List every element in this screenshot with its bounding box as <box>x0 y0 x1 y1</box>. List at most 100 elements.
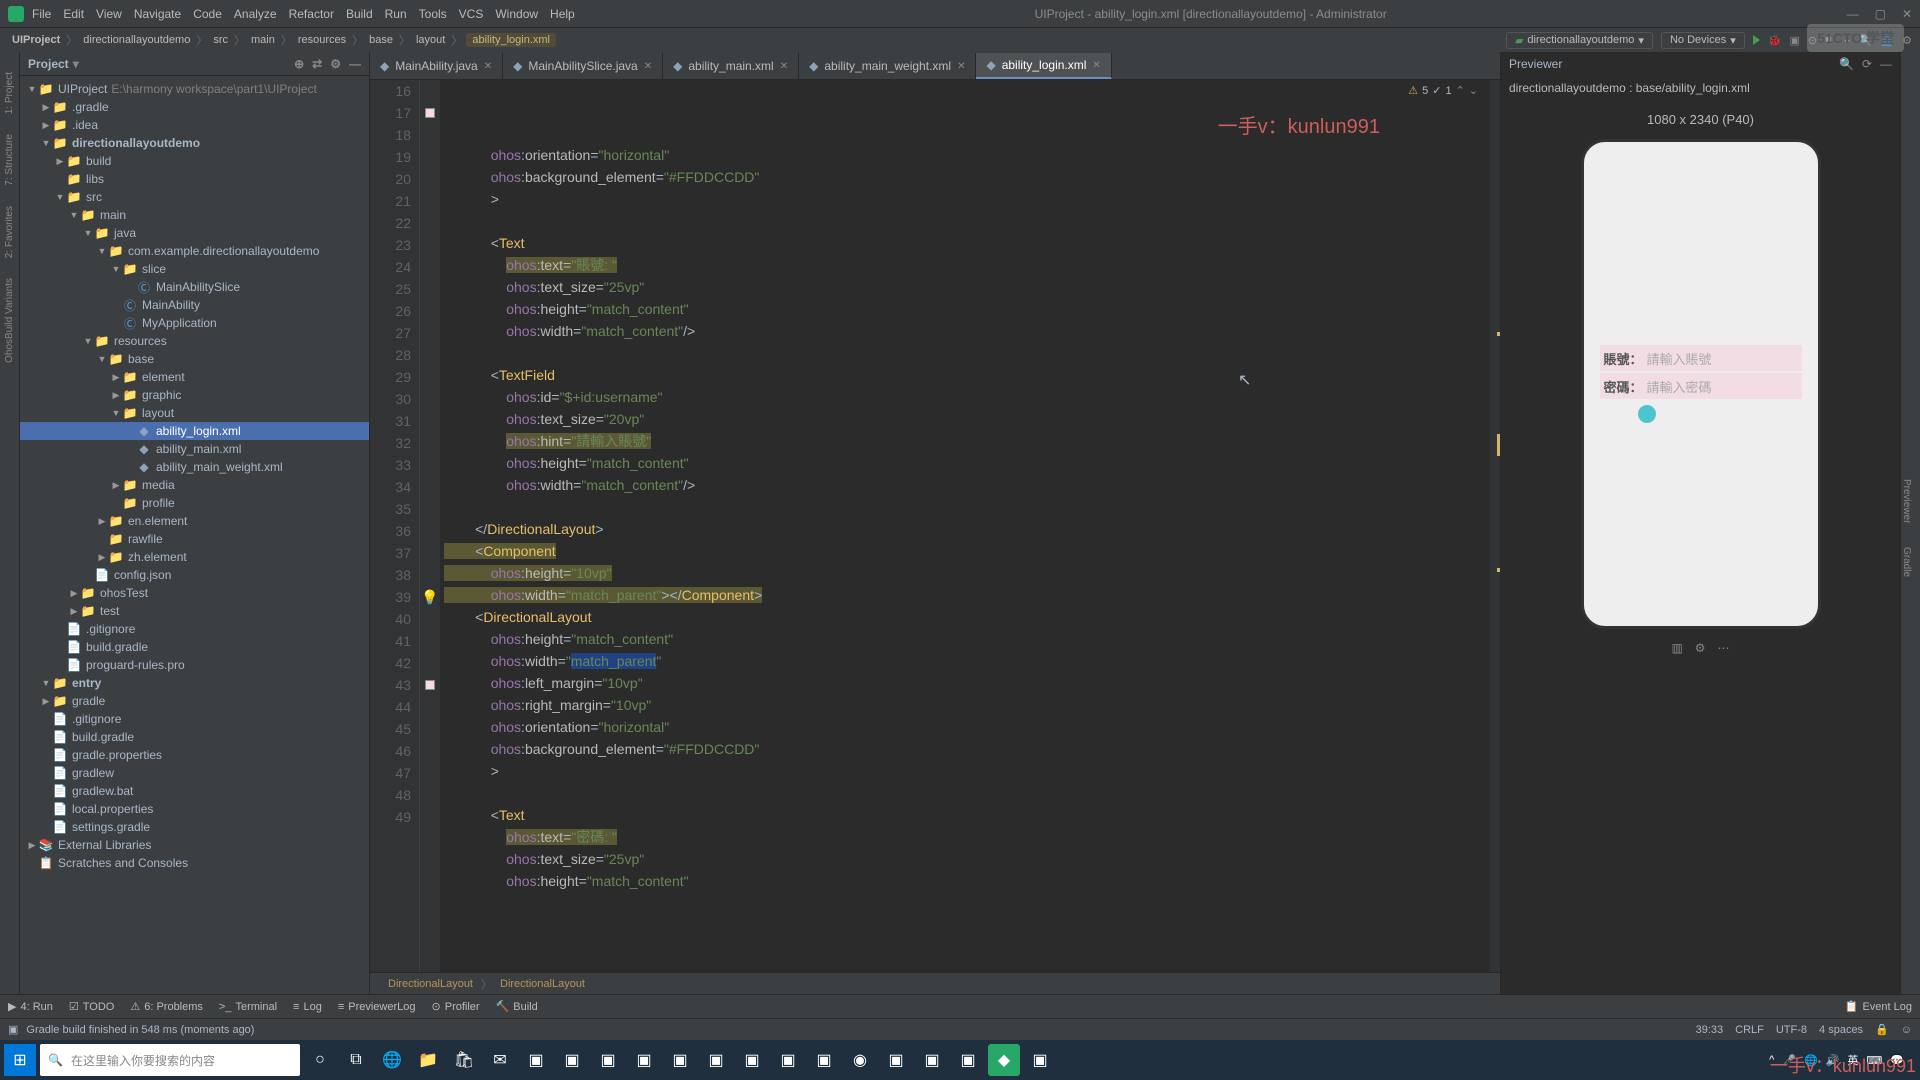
bc-el-2[interactable]: DirectionalLayout <box>500 978 585 990</box>
editor-tab[interactable]: ◆MainAbilitySlice.java✕ <box>503 53 663 79</box>
tool-problems[interactable]: ⚠6: Problems <box>130 1000 203 1013</box>
menu-window[interactable]: Window <box>495 7 538 21</box>
task-app3[interactable]: ▣ <box>592 1044 624 1076</box>
run-button[interactable] <box>1753 35 1760 45</box>
task-app2[interactable]: ▣ <box>556 1044 588 1076</box>
bc-5[interactable]: base <box>365 34 397 46</box>
device-selector[interactable]: No Devices▾ <box>1661 32 1745 49</box>
gutter-previewer[interactable]: Previewer <box>1901 479 1912 523</box>
menu-edit[interactable]: Edit <box>63 7 84 21</box>
tool-todo[interactable]: ☑TODO <box>69 1000 114 1013</box>
tool-build[interactable]: 🔨Build <box>496 1000 538 1013</box>
hide-icon[interactable]: — <box>349 57 361 71</box>
bc-el-1[interactable]: DirectionalLayout <box>388 978 473 990</box>
menu-view[interactable]: View <box>96 7 122 21</box>
task-app12[interactable]: ▣ <box>952 1044 984 1076</box>
start-button[interactable]: ⊞ <box>4 1044 36 1076</box>
tree-item[interactable]: ▶📁.gradle <box>20 98 369 116</box>
task-app6[interactable]: ▣ <box>700 1044 732 1076</box>
task-app10[interactable]: ▣ <box>880 1044 912 1076</box>
tree-item[interactable]: 📄config.json <box>20 566 369 584</box>
tree-item[interactable]: 📄build.gradle <box>20 728 369 746</box>
tree-item[interactable]: ◆ability_login.xml <box>20 422 369 440</box>
editor-tab[interactable]: ◆ability_login.xml✕ <box>976 53 1111 79</box>
tree-item[interactable]: 📄build.gradle <box>20 638 369 656</box>
bc-6[interactable]: layout <box>412 34 449 46</box>
tree-item[interactable]: ▶📁ohosTest <box>20 584 369 602</box>
maximize-button[interactable]: ▢ <box>1875 7 1886 21</box>
tree-item[interactable]: ▼📁resources <box>20 332 369 350</box>
preview-tool-1[interactable]: ▥ <box>1671 641 1682 655</box>
editor-tab[interactable]: ◆ability_main_weight.xml✕ <box>799 53 976 79</box>
menu-build[interactable]: Build <box>346 7 373 21</box>
preview-find-icon[interactable]: 🔍 <box>1839 57 1854 71</box>
tree-item[interactable]: 📁rawfile <box>20 530 369 548</box>
task-app9[interactable]: ▣ <box>808 1044 840 1076</box>
bc-3[interactable]: main <box>247 34 279 46</box>
bc-root[interactable]: UIProject <box>8 34 64 46</box>
task-chrome[interactable]: ◉ <box>844 1044 876 1076</box>
locate-icon[interactable]: ⊕ <box>294 57 304 71</box>
tree-item[interactable]: ⒸMyApplication <box>20 314 369 332</box>
tree-item[interactable]: ▶📁media <box>20 476 369 494</box>
tool-previewerlog[interactable]: ≡PreviewerLog <box>338 1001 416 1013</box>
event-log-button[interactable]: 📋Event Log <box>1845 1000 1912 1013</box>
tree-item[interactable]: ▶📁zh.element <box>20 548 369 566</box>
project-tree[interactable]: ▼📁UIProjectE:\harmony workspace\part1\UI… <box>20 76 369 994</box>
tree-item[interactable]: ⒸMainAbilitySlice <box>20 278 369 296</box>
bc-4[interactable]: resources <box>294 34 350 46</box>
task-store[interactable]: 🛍 <box>448 1044 480 1076</box>
code-content[interactable]: 一手v：kunlun991 ⚠5 ✓1 ⌃⌄ ohos:orientation=… <box>440 80 1490 972</box>
status-enc[interactable]: UTF-8 <box>1776 1024 1807 1036</box>
task-mail[interactable]: ✉ <box>484 1044 516 1076</box>
tree-item[interactable]: ▶📁test <box>20 602 369 620</box>
tree-item[interactable]: ▼📁main <box>20 206 369 224</box>
task-view[interactable]: ⧉ <box>340 1044 372 1076</box>
preview-refresh-icon[interactable]: ⟳ <box>1862 57 1872 71</box>
tree-item[interactable]: 📄.gitignore <box>20 710 369 728</box>
task-app5[interactable]: ▣ <box>664 1044 696 1076</box>
gutter-favorites[interactable]: 2: Favorites <box>4 206 15 258</box>
tree-item[interactable]: 📁libs <box>20 170 369 188</box>
tree-item[interactable]: ▼📁src <box>20 188 369 206</box>
task-app13[interactable]: ▣ <box>1024 1044 1056 1076</box>
menu-code[interactable]: Code <box>193 7 222 21</box>
tree-item[interactable]: 📄proguard-rules.pro <box>20 656 369 674</box>
menu-file[interactable]: File <box>32 7 51 21</box>
tree-item[interactable]: ◆ability_main.xml <box>20 440 369 458</box>
gutter-variants[interactable]: OhosBuild Variants <box>4 278 15 363</box>
tree-item[interactable]: 📁profile <box>20 494 369 512</box>
task-explorer[interactable]: 📁 <box>412 1044 444 1076</box>
tree-item[interactable]: ▶📁gradle <box>20 692 369 710</box>
menu-vcs[interactable]: VCS <box>459 7 484 21</box>
tree-item[interactable]: ▼📁UIProjectE:\harmony workspace\part1\UI… <box>20 80 369 98</box>
tree-item[interactable]: 📄settings.gradle <box>20 818 369 836</box>
tree-item[interactable]: 📄local.properties <box>20 800 369 818</box>
tree-item[interactable]: ▼📁base <box>20 350 369 368</box>
corner-icon[interactable]: ▣ <box>8 1023 18 1036</box>
tool-profiler[interactable]: ⊙Profiler <box>432 1000 480 1013</box>
tool-run[interactable]: ▶4: Run <box>8 1000 53 1013</box>
editor-tab[interactable]: ◆MainAbility.java✕ <box>370 53 503 79</box>
tool-terminal[interactable]: >_Terminal <box>219 1001 277 1013</box>
task-app8[interactable]: ▣ <box>772 1044 804 1076</box>
menu-tools[interactable]: Tools <box>419 7 447 21</box>
minimize-button[interactable]: — <box>1847 7 1859 21</box>
task-cortana[interactable]: ○ <box>304 1044 336 1076</box>
tree-item[interactable]: ▶📚External Libraries <box>20 836 369 854</box>
tree-item[interactable]: ▶📁graphic <box>20 386 369 404</box>
tree-item[interactable]: ▼📁java <box>20 224 369 242</box>
tree-item[interactable]: 📄gradlew.bat <box>20 782 369 800</box>
tree-item[interactable]: ▶📁.idea <box>20 116 369 134</box>
tree-item[interactable]: 📄.gitignore <box>20 620 369 638</box>
status-le[interactable]: CRLF <box>1735 1024 1764 1036</box>
task-edge[interactable]: 🌐 <box>376 1044 408 1076</box>
tree-item[interactable]: 📄gradlew <box>20 764 369 782</box>
gutter-gradle[interactable]: Gradle <box>1901 547 1912 577</box>
gutter-project[interactable]: 1: Project <box>4 72 15 114</box>
tree-item[interactable]: ▶📁element <box>20 368 369 386</box>
tree-item[interactable]: ▼📁layout <box>20 404 369 422</box>
tree-item[interactable]: 📄gradle.properties <box>20 746 369 764</box>
preview-tool-2[interactable]: ⚙ <box>1695 641 1706 655</box>
tree-item[interactable]: ▼📁directionallayoutdemo <box>20 134 369 152</box>
